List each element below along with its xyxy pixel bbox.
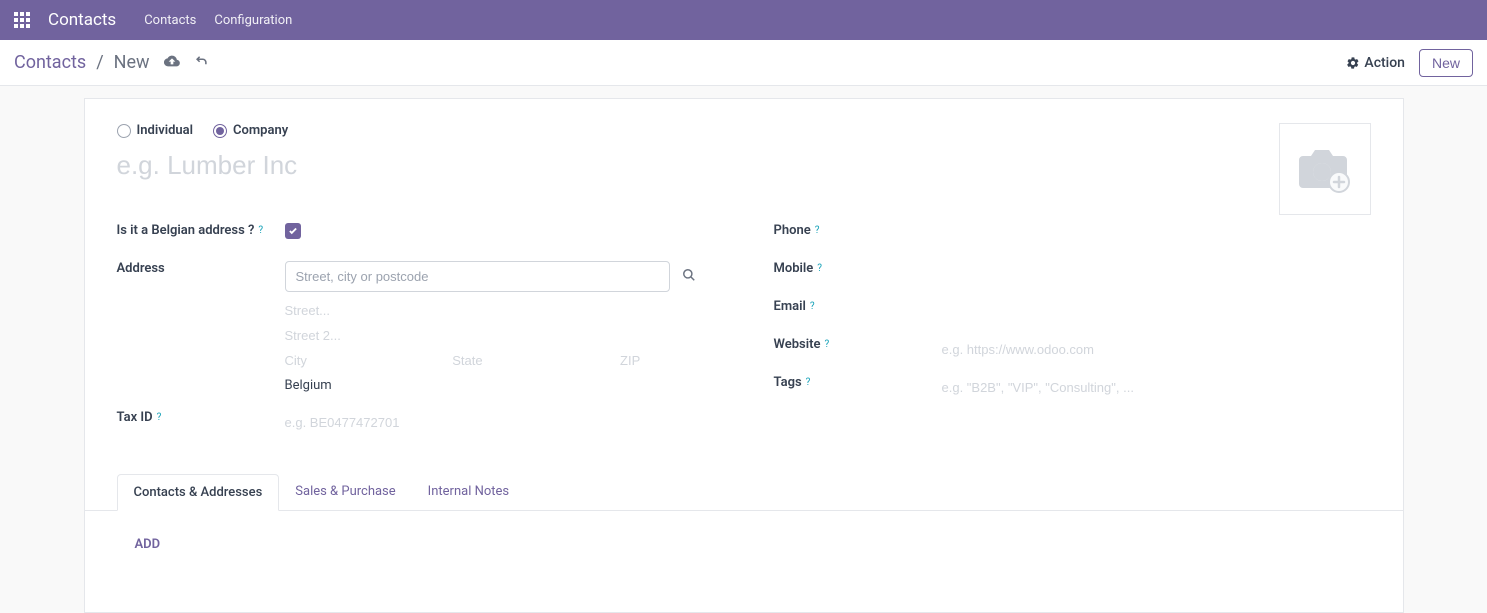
street-input[interactable] (285, 298, 714, 323)
email-input[interactable] (942, 299, 1371, 324)
tags-input[interactable] (942, 375, 1371, 400)
label-mobile: Mobile? (774, 261, 942, 276)
city-input[interactable] (285, 348, 441, 373)
street2-input[interactable] (285, 323, 714, 348)
add-button[interactable]: ADD (135, 537, 161, 552)
name-input[interactable] (117, 150, 717, 181)
discard-icon[interactable] (194, 53, 209, 72)
breadcrumb-root[interactable]: Contacts (14, 52, 86, 73)
label-tags: Tags? (774, 375, 942, 390)
tab-contacts-addresses[interactable]: Contacts & Addresses (117, 474, 280, 511)
radio-label-company: Company (233, 123, 288, 138)
radio-company[interactable]: Company (213, 123, 288, 138)
contact-type-radios: Individual Company (117, 123, 1371, 138)
taxid-input[interactable] (285, 410, 714, 435)
radio-icon (213, 124, 227, 138)
action-button[interactable]: Action (1346, 55, 1405, 71)
mobile-input[interactable] (942, 261, 1371, 286)
app-title: Contacts (48, 10, 116, 30)
avatar-upload[interactable] (1279, 123, 1371, 215)
new-button[interactable]: New (1419, 49, 1473, 77)
subheader: Contacts / New Action New (0, 40, 1487, 86)
help-icon[interactable]: ? (157, 412, 162, 423)
website-input[interactable] (942, 337, 1371, 362)
breadcrumb-current: New (114, 52, 150, 73)
breadcrumb: Contacts / New (14, 52, 209, 73)
topbar: Contacts Contacts Configuration (0, 0, 1487, 40)
help-icon[interactable]: ? (810, 301, 815, 312)
help-icon[interactable]: ? (806, 377, 811, 388)
belgian-checkbox[interactable] (285, 223, 301, 239)
country-value[interactable]: Belgium (285, 373, 714, 398)
label-belgian: Is it a Belgian address ?? (117, 223, 285, 238)
action-label: Action (1364, 55, 1405, 71)
label-email: Email? (774, 299, 942, 314)
help-icon[interactable]: ? (815, 225, 820, 236)
form-wrap: Individual Company Is it a Belgian addre… (0, 86, 1487, 613)
tabs: Contacts & Addresses Sales & Purchase In… (85, 474, 1403, 511)
radio-individual[interactable]: Individual (117, 123, 194, 138)
radio-label-individual: Individual (137, 123, 194, 138)
nav-contacts[interactable]: Contacts (144, 13, 196, 28)
camera-icon (1295, 144, 1355, 194)
radio-icon (117, 124, 131, 138)
nav-configuration[interactable]: Configuration (214, 13, 292, 28)
apps-icon[interactable] (14, 12, 30, 28)
address-search-input[interactable] (285, 261, 670, 292)
help-icon[interactable]: ? (258, 225, 263, 236)
fields-col-left: Is it a Belgian address ?? Address (117, 223, 714, 448)
help-icon[interactable]: ? (817, 263, 822, 274)
help-icon[interactable]: ? (824, 339, 829, 350)
zip-input[interactable] (620, 348, 713, 373)
fields-col-right: Phone? Mobile? Email? (774, 223, 1371, 448)
subheader-actions: Action New (1346, 49, 1473, 77)
check-icon (288, 226, 298, 236)
label-address: Address (117, 261, 285, 276)
breadcrumb-sep: / (96, 52, 103, 73)
state-input[interactable] (452, 348, 608, 373)
fields-grid: Is it a Belgian address ?? Address (117, 223, 1371, 448)
search-icon[interactable] (682, 268, 696, 286)
phone-input[interactable] (942, 223, 1371, 248)
tab-internal-notes[interactable]: Internal Notes (412, 474, 525, 510)
label-phone: Phone? (774, 223, 942, 238)
gear-icon (1346, 56, 1360, 70)
form-sheet: Individual Company Is it a Belgian addre… (84, 98, 1404, 613)
label-website: Website? (774, 337, 942, 352)
cloud-save-icon[interactable] (164, 53, 180, 73)
label-taxid: Tax ID? (117, 410, 285, 425)
tab-sales-purchase[interactable]: Sales & Purchase (279, 474, 411, 510)
